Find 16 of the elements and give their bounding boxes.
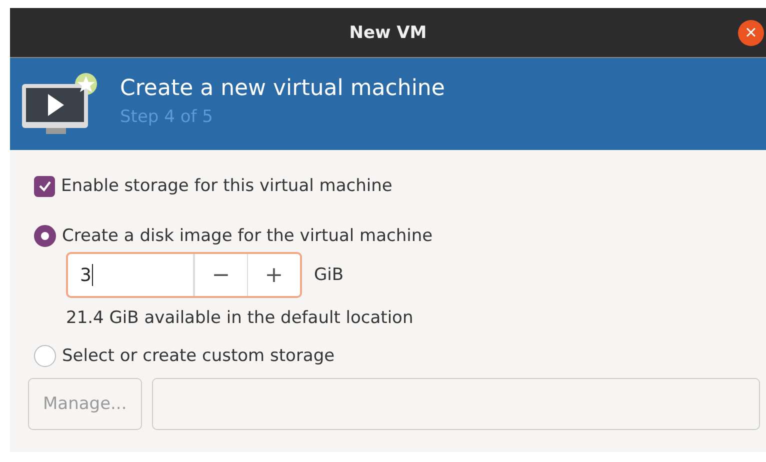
unit-label: GiB	[314, 265, 344, 285]
increment-button[interactable]: +	[247, 254, 300, 296]
storage-checkbox[interactable]	[34, 176, 55, 196]
header-title: Create a new virtual machine	[120, 76, 445, 100]
window-title: New VM	[349, 22, 427, 42]
radio-label: Select or create custom storage	[62, 346, 335, 366]
radio-label: Create a disk image for the virtual machine	[62, 226, 433, 246]
radio-button[interactable]	[34, 345, 56, 367]
close-button[interactable]: ×	[738, 20, 764, 46]
available-space-note: 21.4 GiB available in the default location	[66, 308, 414, 328]
size-spin-field[interactable]: 3 − +	[66, 252, 302, 298]
storage-path-field[interactable]	[152, 378, 760, 430]
monitor-icon	[20, 72, 98, 136]
radio-button[interactable]	[34, 225, 56, 247]
check-icon	[38, 179, 52, 193]
checkbox-label: Enable storage for this virtual machine	[61, 176, 392, 196]
